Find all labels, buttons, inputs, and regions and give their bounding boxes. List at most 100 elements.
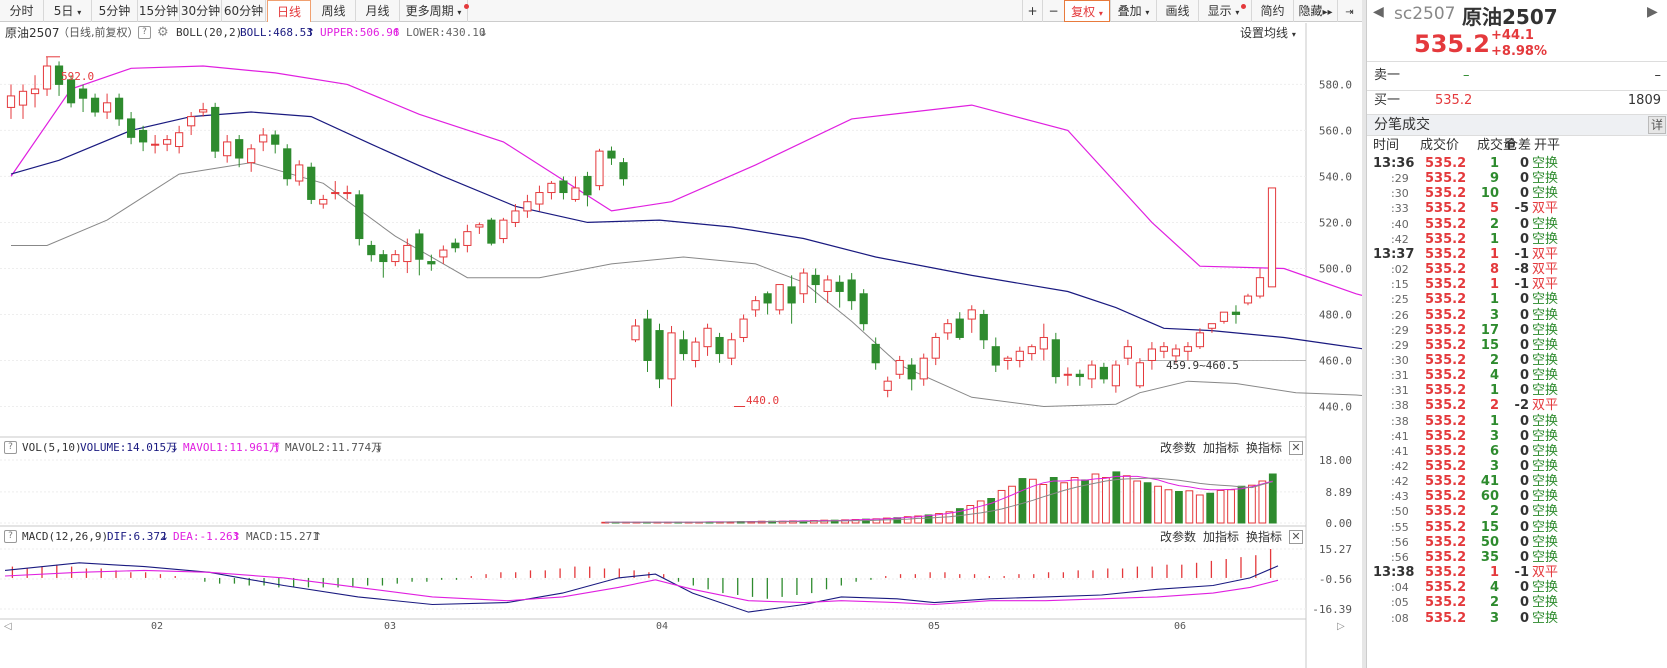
overlay-button[interactable]: 叠加 ▾ bbox=[1110, 0, 1156, 22]
candle-body bbox=[295, 164, 304, 182]
tab-weekly[interactable]: 周线 bbox=[312, 0, 356, 22]
tab-30min[interactable]: 30分钟 bbox=[180, 0, 222, 22]
tick-volume: 8 bbox=[1489, 262, 1499, 278]
tick-volume: 1 bbox=[1489, 383, 1499, 399]
dif-value: DIF:6.372 bbox=[107, 530, 167, 543]
simple-button[interactable]: 简约 bbox=[1251, 0, 1293, 22]
zoom-in-button[interactable]: + bbox=[1022, 0, 1042, 22]
arrow-up-icon: ↑ bbox=[313, 530, 323, 543]
zoom-out-button[interactable]: − bbox=[1042, 0, 1064, 22]
tick-oi-change: 0 bbox=[1519, 534, 1529, 550]
tick-oi-change: 0 bbox=[1519, 231, 1529, 247]
adjust-button[interactable]: 复权 ▾ bbox=[1064, 0, 1110, 22]
tab-more-periods[interactable]: 更多周期 ▾ bbox=[400, 0, 468, 22]
tick-time: :42 bbox=[1391, 460, 1409, 473]
tick-volume: 1 bbox=[1489, 246, 1499, 262]
add-indicator-button[interactable]: 加指标 bbox=[1203, 528, 1239, 546]
candle-body bbox=[223, 141, 232, 157]
tick-oi-change: 0 bbox=[1519, 383, 1529, 399]
change-params-button[interactable]: 改参数 bbox=[1160, 439, 1196, 457]
candle-body bbox=[559, 180, 568, 194]
tick-volume: 4 bbox=[1489, 368, 1499, 384]
tick-oi-change: 0 bbox=[1519, 474, 1529, 490]
price-tick-label: 500.0 bbox=[1319, 262, 1352, 275]
tab-daily[interactable]: 日线 bbox=[267, 0, 311, 22]
switch-indicator-button[interactable]: 换指标 bbox=[1246, 439, 1282, 457]
tick-row: :08 535.2 3 0 空换 bbox=[1367, 611, 1667, 626]
candle-body bbox=[463, 231, 472, 246]
col-price: 成交价 bbox=[1420, 138, 1460, 153]
candle-body bbox=[919, 357, 928, 380]
tick-row: :50 535.2 2 0 空换 bbox=[1367, 504, 1667, 519]
change-params-button[interactable]: 改参数 bbox=[1160, 528, 1196, 546]
tick-row: :41 535.2 6 0 空换 bbox=[1367, 444, 1667, 459]
add-indicator-button[interactable]: 加指标 bbox=[1203, 439, 1239, 457]
candle-body bbox=[775, 284, 784, 311]
candle-body bbox=[547, 182, 556, 194]
close-icon[interactable]: ✕ bbox=[1289, 530, 1303, 544]
display-label: 显示 bbox=[1207, 4, 1232, 18]
tick-oi-change: 0 bbox=[1519, 580, 1529, 596]
ticks-title: 分笔成交 bbox=[1374, 117, 1430, 133]
tick-open-close: 空换 bbox=[1532, 337, 1559, 353]
kline-chart[interactable]: 580.0 560.0 540.0 520.0 500.0 480.0 460.0 440.0… bbox=[0, 23, 1362, 668]
candle-body bbox=[1027, 346, 1036, 355]
draw-button[interactable]: 画线 bbox=[1156, 0, 1198, 22]
tick-volume: 6 bbox=[1489, 443, 1499, 459]
tab-intraday[interactable]: 分时 bbox=[0, 0, 44, 22]
tick-row: :15 535.2 1 -1 双平 bbox=[1367, 277, 1667, 292]
tick-open-close: 空换 bbox=[1532, 352, 1559, 368]
candle-body bbox=[1147, 348, 1157, 361]
chevron-right-icon[interactable]: ▶ bbox=[1647, 4, 1658, 20]
tick-oi-change: 0 bbox=[1519, 307, 1529, 323]
ticks-detail-button[interactable]: 详 bbox=[1648, 116, 1666, 134]
candle-body bbox=[66, 79, 76, 104]
volume-bar bbox=[1227, 489, 1235, 524]
tick-oi-change: 0 bbox=[1519, 216, 1529, 232]
help-icon[interactable]: ? bbox=[4, 441, 17, 454]
tick-open-close: 双平 bbox=[1532, 246, 1559, 262]
price-axis: 580.0 560.0 540.0 520.0 500.0 480.0 460.0 440.0 bbox=[1319, 78, 1352, 413]
price-tick-label: 460.0 bbox=[1319, 354, 1352, 367]
chevron-left-icon[interactable]: ◀ bbox=[1373, 4, 1384, 20]
tick-oi-change: -8 bbox=[1514, 262, 1529, 278]
candle-body bbox=[1243, 295, 1253, 304]
candle-body bbox=[835, 281, 844, 292]
tick-time: :38 bbox=[1391, 414, 1409, 428]
tick-open-close: 空换 bbox=[1532, 610, 1559, 626]
help-icon[interactable]: ? bbox=[4, 530, 17, 543]
candle-body bbox=[1207, 323, 1217, 329]
candle-body bbox=[283, 148, 292, 180]
tab-5day[interactable]: 5日 ▾ bbox=[44, 0, 92, 22]
tick-open-close: 双平 bbox=[1532, 201, 1559, 217]
tab-60min[interactable]: 60分钟 bbox=[222, 0, 266, 22]
candle-body bbox=[667, 332, 676, 380]
volume-bar bbox=[1049, 477, 1058, 524]
tick-volume: 1 bbox=[1489, 156, 1499, 171]
tab-5min[interactable]: 5分钟 bbox=[92, 0, 138, 22]
tick-price: 535.2 bbox=[1425, 428, 1467, 444]
tick-open-close: 空换 bbox=[1532, 368, 1559, 384]
candle-body bbox=[403, 244, 412, 263]
collapse-button[interactable]: ⇥ bbox=[1337, 0, 1361, 22]
tick-time: :31 bbox=[1391, 369, 1409, 383]
tab-monthly[interactable]: 月线 bbox=[356, 0, 400, 22]
tick-row: :05 535.2 2 0 空换 bbox=[1367, 595, 1667, 610]
candle-body bbox=[991, 346, 1000, 366]
volume-bar bbox=[1018, 478, 1027, 524]
boll-upper-line bbox=[10, 65, 1362, 297]
last-price: 535.2 bbox=[1414, 30, 1490, 58]
close-icon[interactable]: ✕ bbox=[1289, 441, 1303, 455]
display-button[interactable]: 显示 ▾ bbox=[1198, 0, 1248, 22]
tab-15min[interactable]: 15分钟 bbox=[138, 0, 180, 22]
candle-body bbox=[379, 254, 388, 263]
tick-row: :42 535.2 41 0 空换 bbox=[1367, 474, 1667, 489]
tick-time: :38 bbox=[1391, 399, 1409, 413]
tick-price: 535.2 bbox=[1425, 186, 1467, 202]
tick-open-close: 双平 bbox=[1532, 277, 1559, 293]
switch-indicator-button[interactable]: 换指标 bbox=[1246, 528, 1282, 546]
volume-bar bbox=[997, 489, 1006, 524]
ask-price: – bbox=[1463, 68, 1470, 83]
hide-button[interactable]: 隐藏▸▸ bbox=[1293, 0, 1337, 22]
macd-tick-label: -16.39 bbox=[1312, 603, 1352, 616]
